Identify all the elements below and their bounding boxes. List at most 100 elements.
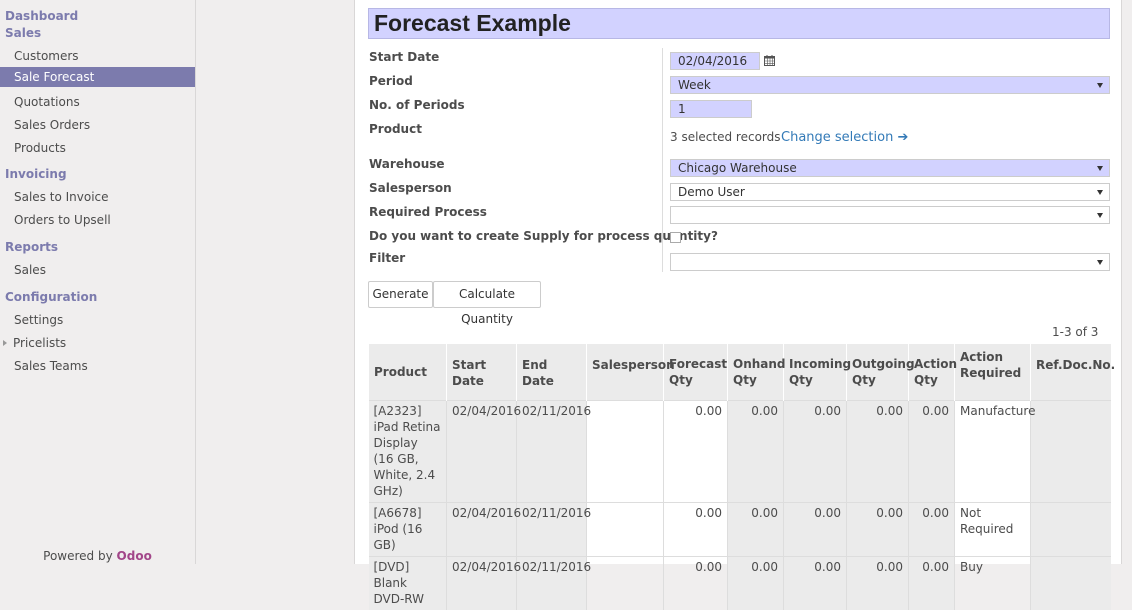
sidebar-item-pricelists[interactable]: Pricelists [0,333,195,353]
period-select[interactable]: Week [670,76,1110,94]
start-date-input[interactable]: 02/04/2016 [670,52,760,70]
cell-product: [DVD] Blank DVD-RW [368,555,447,610]
chevron-down-icon [1097,213,1103,218]
cell-ref-doc-no [1030,501,1111,556]
calendar-icon[interactable] [764,55,775,66]
cell-outgoing-qty: 0.00 [846,501,909,556]
forecast-lines-table: Product Start Date End Date Salesperson … [368,344,1115,610]
sidebar-section-reports: Reports [5,240,59,254]
cell-outgoing-qty: 0.00 [846,555,909,610]
col-header-onhand-qty[interactable]: Onhand Qty [727,344,786,400]
cell-start-date: 02/04/2016 [446,555,521,610]
filter-select[interactable] [670,253,1110,271]
sidebar-section-sales: Sales [5,26,42,40]
label-supply-question: Do you want to create Supply for process… [369,229,718,243]
sidebar-item-sales-to-invoice[interactable]: Sales to Invoice [0,187,195,207]
product-selected-count: 3 selected records [670,130,781,144]
cell-action-qty: 0.00 [908,555,955,610]
col-header-salesperson[interactable]: Salesperson [586,344,675,400]
col-header-product[interactable]: Product [368,344,447,400]
cell-salesperson[interactable] [586,399,664,502]
col-header-action-qty[interactable]: Action Qty [908,344,957,400]
cell-incoming-qty: 0.00 [783,501,847,556]
sidebar-section-configuration: Configuration [5,290,98,304]
sidebar-item-orders-to-upsell[interactable]: Orders to Upsell [0,210,195,230]
salesperson-value: Demo User [678,185,745,199]
cell-forecast-qty[interactable]: 0.00 [663,399,728,502]
sidebar-item-sale-forecast[interactable]: Sale Forecast [0,67,195,87]
powered-by-text: Powered by [43,549,113,563]
cell-incoming-qty: 0.00 [783,555,847,610]
label-product: Product [369,122,422,136]
cell-action-required[interactable]: Buy [954,555,1031,610]
col-header-end-date[interactable]: End Date [516,344,587,400]
cell-end-date: 02/11/2016 [516,501,591,556]
cell-action-required[interactable]: Not Required [954,501,1031,556]
col-header-ref-doc-no[interactable]: Ref.Doc.No. [1030,344,1115,400]
supply-checkbox[interactable] [670,232,681,243]
cell-onhand-qty: 0.00 [727,399,784,502]
required-process-select[interactable] [670,206,1110,224]
period-value: Week [678,78,711,92]
arrow-right-icon: ➔ [897,130,909,145]
cell-forecast-qty[interactable]: 0.00 [663,501,728,556]
table-header-row: Product Start Date End Date Salesperson … [368,344,1115,400]
cell-end-date: 02/11/2016 [516,399,591,502]
cell-product: [A2323] iPad Retina Display (16 GB, Whit… [368,399,447,502]
change-selection-link[interactable]: Change selection ➔ [781,130,908,145]
forecast-name-input[interactable]: Forecast Example [368,8,1110,39]
calculate-quantity-button[interactable]: Calculate Quantity [433,281,541,326]
col-header-forecast-qty[interactable]: Forecast Qty [663,344,728,400]
cell-ref-doc-no [1030,555,1111,610]
num-periods-input[interactable]: 1 [670,100,752,118]
cell-start-date: 02/04/2016 [446,399,521,502]
sidebar-item-products[interactable]: Products [0,138,195,158]
label-filter: Filter [369,251,406,265]
generate-button[interactable]: Generate [368,281,433,308]
cell-action-qty: 0.00 [908,501,955,556]
cell-salesperson[interactable] [586,501,664,556]
cell-action-qty: 0.00 [908,399,955,502]
col-header-incoming-qty[interactable]: Incoming Qty [783,344,851,400]
sidebar-section-invoicing: Invoicing [5,167,67,181]
label-start-date: Start Date [369,50,440,64]
cell-forecast-qty[interactable]: 0.00 [663,555,728,610]
cell-ref-doc-no [1030,399,1111,502]
salesperson-select[interactable]: Demo User [670,183,1110,201]
sidebar-item-pricelists-label: Pricelists [13,336,67,350]
col-header-start-date[interactable]: Start Date [446,344,517,400]
sidebar-item-sales-orders[interactable]: Sales Orders [0,115,195,135]
table-row[interactable]: [A6678] iPod (16 GB) 02/04/2016 02/11/20… [368,501,1111,556]
cell-onhand-qty: 0.00 [727,501,784,556]
label-required-process: Required Process [369,205,487,219]
cell-salesperson[interactable] [586,555,664,610]
label-period: Period [369,74,413,88]
warehouse-select[interactable]: Chicago Warehouse [670,159,1110,177]
cell-start-date: 02/04/2016 [446,501,521,556]
label-warehouse: Warehouse [369,157,445,171]
sidebar-item-settings[interactable]: Settings [0,310,195,330]
cell-incoming-qty: 0.00 [783,399,847,502]
sidebar-item-quotations[interactable]: Quotations [0,92,195,112]
sidebar-item-sales-teams[interactable]: Sales Teams [0,356,195,376]
chevron-down-icon [1097,166,1103,171]
form-divider [662,48,663,272]
change-selection-label: Change selection [781,130,894,145]
col-header-outgoing-qty[interactable]: Outgoing Qty [846,344,915,400]
odoo-brand-link[interactable]: Odoo [117,549,152,563]
cell-outgoing-qty: 0.00 [846,399,909,502]
label-salesperson: Salesperson [369,181,452,195]
table-row[interactable]: [DVD] Blank DVD-RW 02/04/2016 02/11/2016… [368,555,1111,610]
sidebar-dashboard-link[interactable]: Dashboard [5,9,78,23]
label-num-periods: No. of Periods [369,98,465,112]
chevron-down-icon [1097,83,1103,88]
caret-right-icon [3,340,7,346]
table-row[interactable]: [A2323] iPad Retina Display (16 GB, Whit… [368,399,1111,502]
col-header-action-required[interactable]: Action Required [954,344,1031,400]
sidebar: Dashboard Sales Customers Sale Forecast … [0,0,196,564]
chevron-down-icon [1097,260,1103,265]
sidebar-item-reports-sales[interactable]: Sales [0,260,195,280]
powered-by: Powered by Odoo [0,549,195,563]
cell-action-required[interactable]: Manufacture [954,399,1035,502]
sidebar-item-customers[interactable]: Customers [0,46,195,66]
